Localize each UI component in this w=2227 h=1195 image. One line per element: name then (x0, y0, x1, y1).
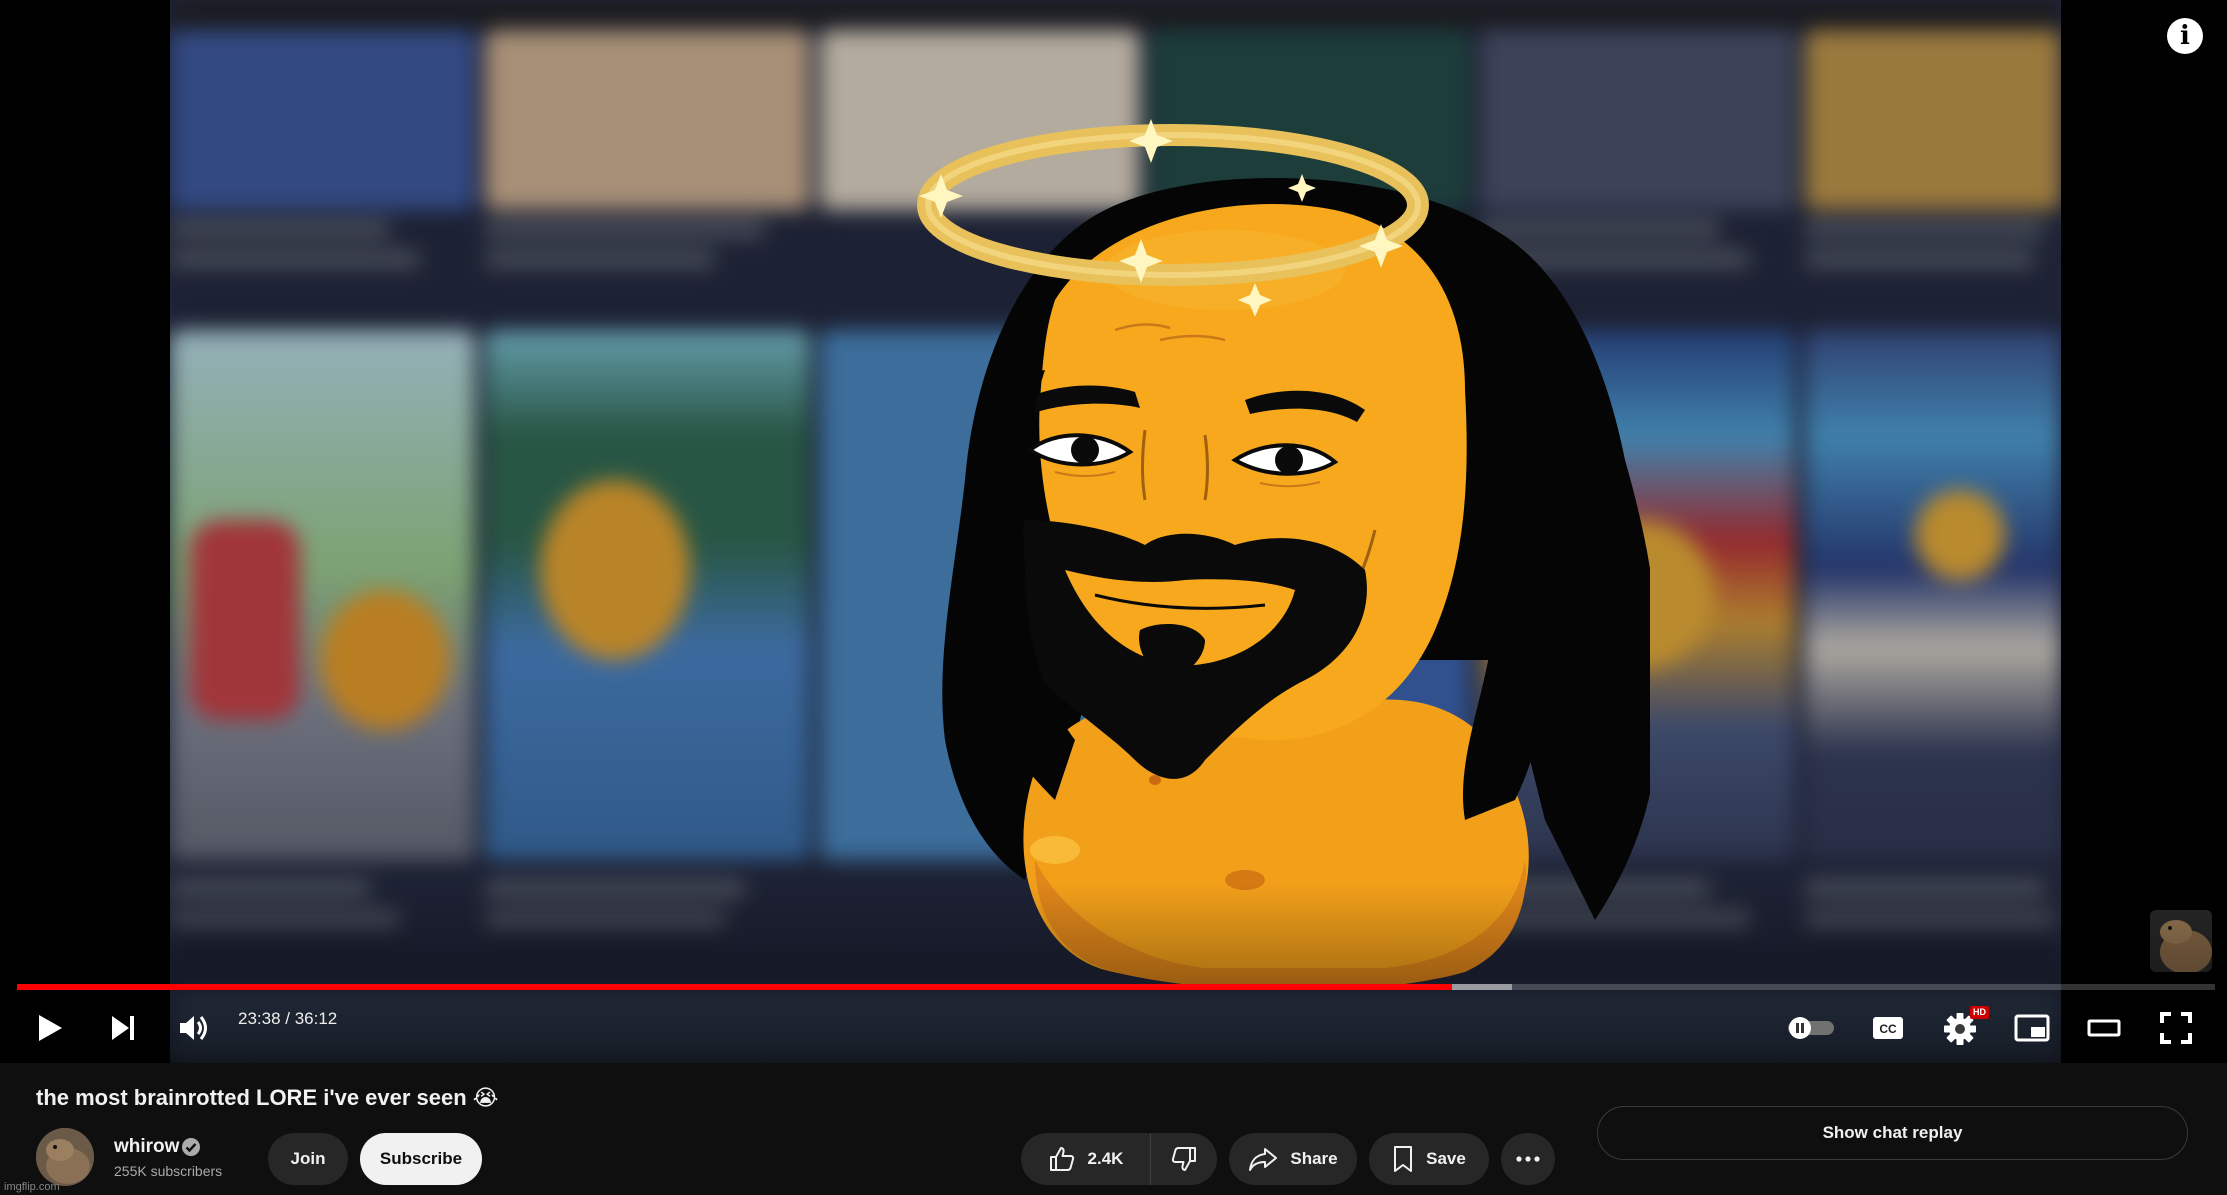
autoplay-toggle-icon (1788, 1017, 1834, 1039)
volume-button[interactable] (166, 1000, 222, 1056)
join-button[interactable]: Join (268, 1133, 348, 1185)
show-chat-replay-button[interactable]: Show chat replay (1597, 1106, 2188, 1160)
subscriber-count: 255K subscribers (114, 1163, 223, 1179)
play-button[interactable] (22, 1000, 78, 1056)
theater-icon (2087, 1019, 2121, 1037)
captions-icon: CC (1873, 1017, 1903, 1039)
share-icon (1249, 1148, 1278, 1171)
nugget-character-art (917, 119, 1650, 985)
save-button[interactable]: Save (1369, 1133, 1489, 1185)
save-label: Save (1426, 1149, 1466, 1168)
share-button[interactable]: Share (1229, 1133, 1357, 1185)
hd-badge: HD (1970, 1006, 1989, 1019)
video-title: the most brainrotted LORE i've ever seen… (36, 1085, 499, 1110)
captions-button[interactable]: CC (1860, 1000, 1916, 1056)
imgflip-watermark: imgflip.com (4, 1181, 60, 1193)
progress-bar[interactable] (17, 984, 2215, 990)
video-player[interactable]: i 23:38 / 36:12 CC HD (0, 0, 2227, 1063)
channel-name[interactable]: whirow (114, 1135, 179, 1159)
fullscreen-icon (2160, 1012, 2192, 1044)
more-horizontal-icon (1516, 1156, 1540, 1162)
next-icon (112, 1016, 134, 1040)
info-icon[interactable]: i (2167, 18, 2203, 54)
play-icon (39, 1015, 62, 1041)
miniplayer-icon (2014, 1014, 2050, 1042)
miniplayer-button[interactable] (2004, 1000, 2060, 1056)
dislike-button[interactable] (1151, 1133, 1217, 1185)
more-actions-button[interactable] (1501, 1133, 1555, 1185)
channel-watermark[interactable] (2150, 910, 2212, 972)
share-label: Share (1290, 1149, 1338, 1168)
theater-mode-button[interactable] (2076, 1000, 2132, 1056)
played-bar (17, 984, 1453, 990)
time-display: 23:38 / 36:12 (238, 1009, 338, 1028)
fullscreen-button[interactable] (2148, 1000, 2204, 1056)
like-dislike-group: 2.4K (1021, 1133, 1217, 1185)
like-count: 2.4K (1087, 1149, 1124, 1168)
settings-button[interactable]: HD (1932, 1000, 1989, 1056)
volume-icon (180, 1016, 207, 1040)
like-button[interactable]: 2.4K (1021, 1133, 1151, 1185)
autoplay-toggle[interactable] (1782, 1000, 1840, 1056)
subscribe-button[interactable]: Subscribe (360, 1133, 482, 1185)
thumbs-up-icon (1049, 1147, 1074, 1171)
svg-text:CC: CC (1879, 1022, 1897, 1036)
video-frame[interactable] (170, 0, 2061, 1063)
verified-badge-icon (182, 1138, 200, 1156)
bookmark-icon (1394, 1146, 1413, 1172)
thumbs-down-icon (1171, 1147, 1196, 1171)
channel-avatar[interactable] (36, 1128, 94, 1186)
next-button[interactable] (95, 1000, 151, 1056)
